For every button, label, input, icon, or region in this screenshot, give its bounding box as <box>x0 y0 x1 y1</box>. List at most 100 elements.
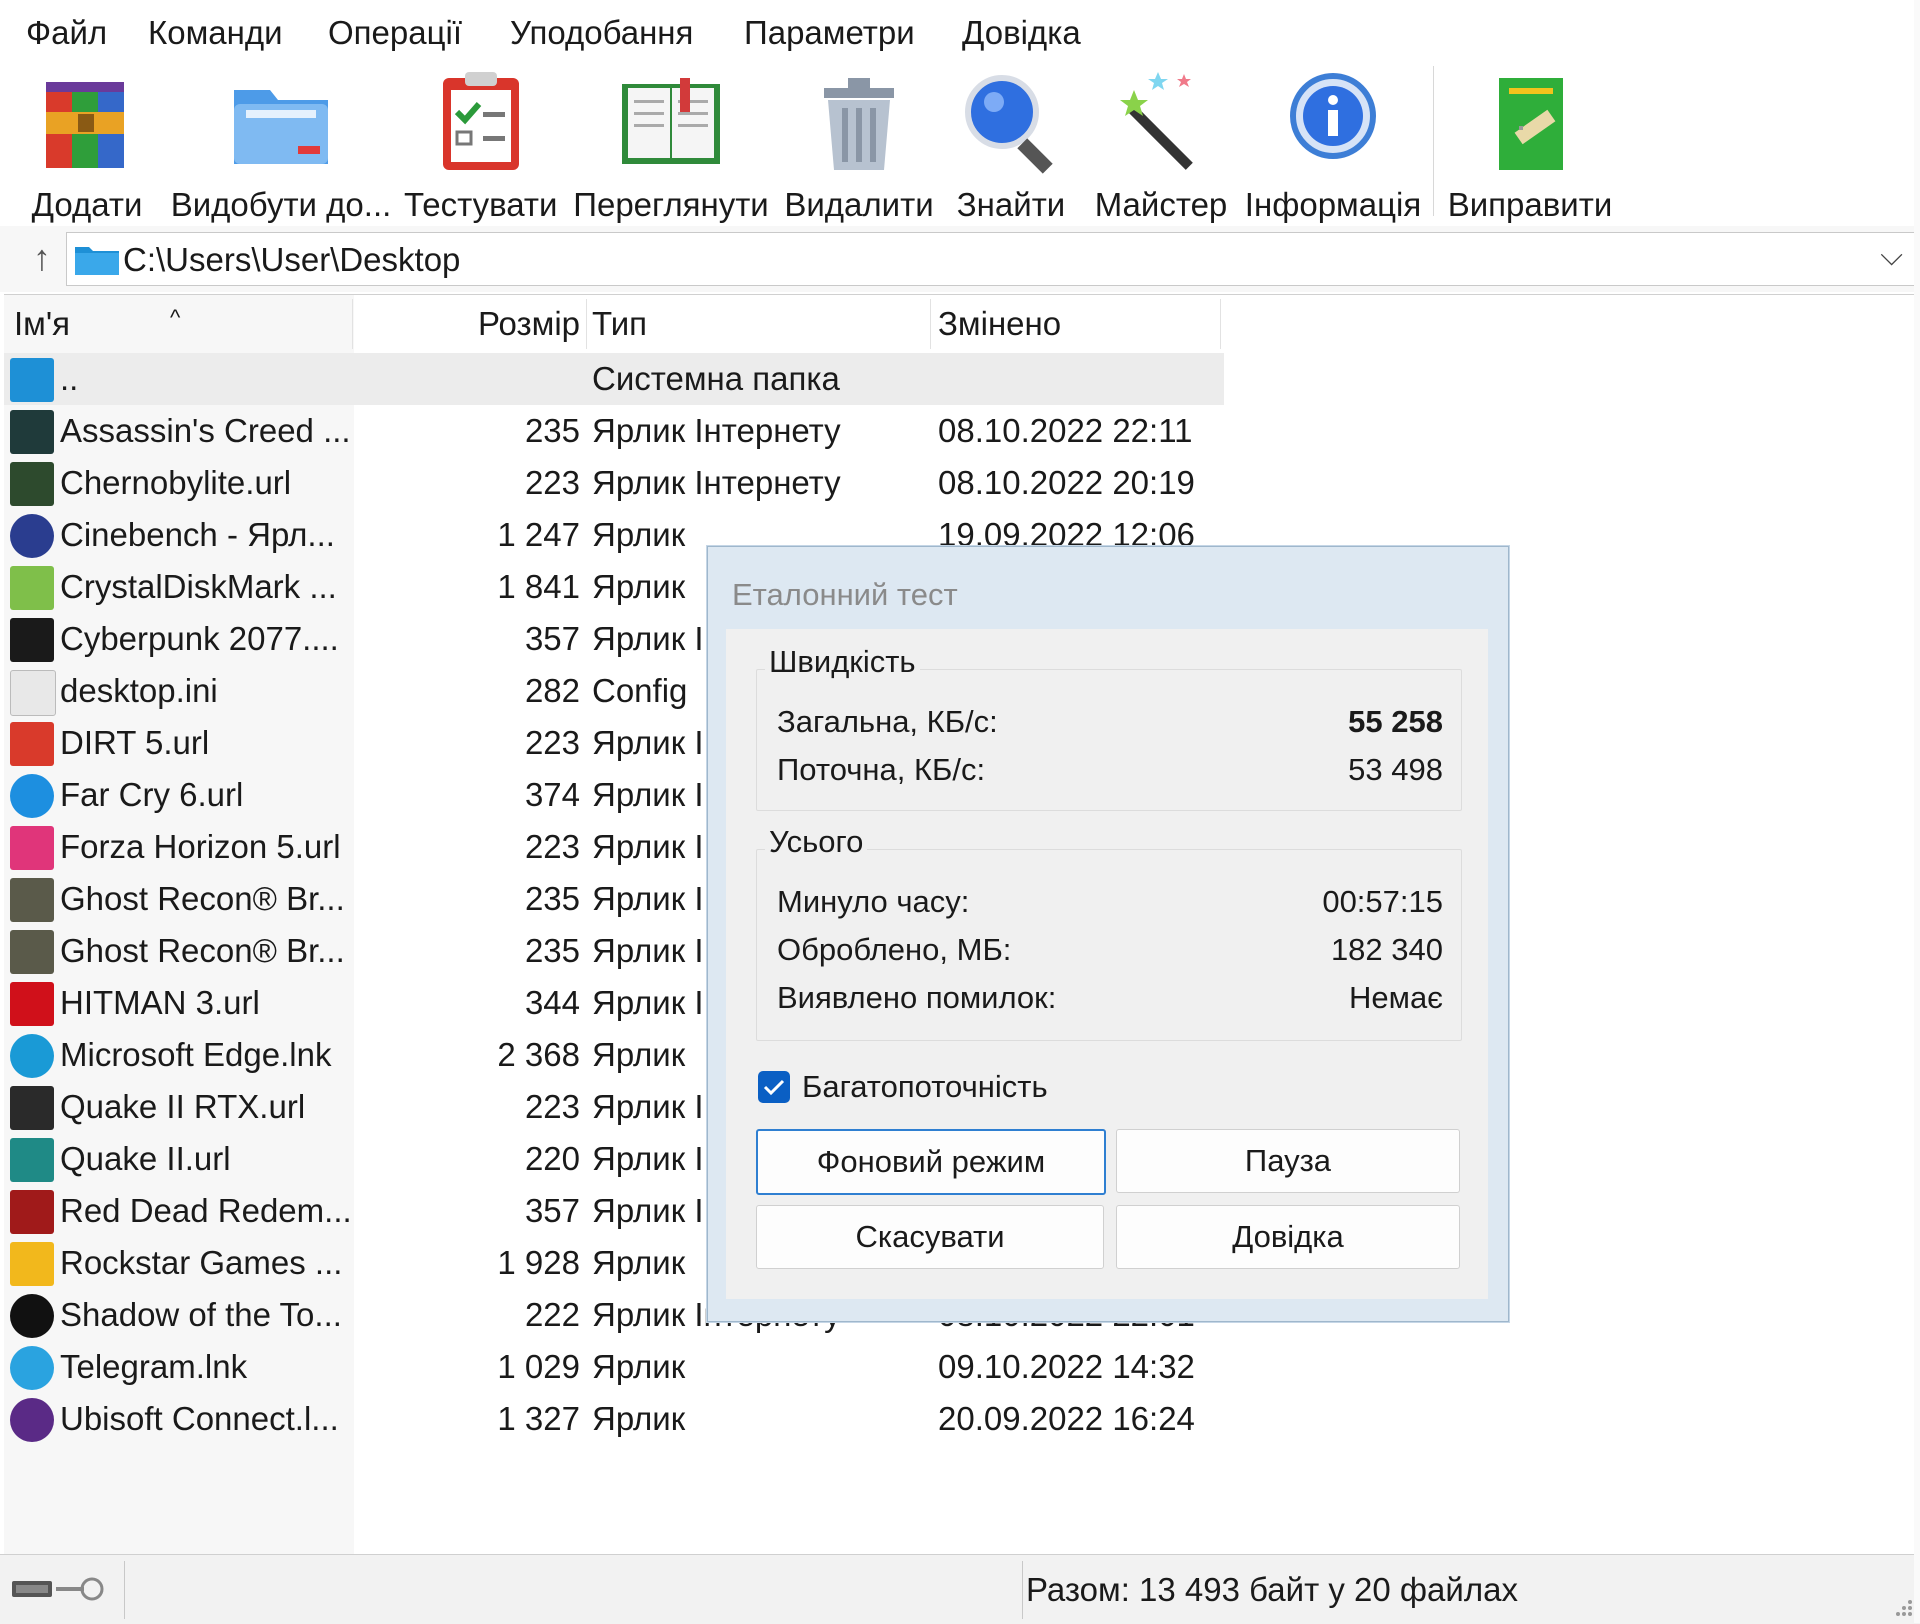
header-divider <box>586 299 587 349</box>
dialog-title: Еталонний тест <box>732 577 958 612</box>
file-name: Ghost Recon® Br... <box>60 880 345 917</box>
add-archive-icon <box>46 82 124 168</box>
table-row[interactable]: Chernobylite.url 223 Ярлик Інтернету 08.10.… <box>4 457 1224 509</box>
file-name: CrystalDiskMark ... <box>60 568 337 605</box>
ubisoft-icon <box>10 1398 54 1442</box>
column-header-type[interactable]: Тип <box>592 295 647 353</box>
total-speed-label: Загальна, КБ/с: <box>777 704 998 739</box>
menu-help[interactable]: Довідка <box>950 14 1093 52</box>
column-header-name[interactable]: Ім'я <box>14 295 70 353</box>
status-summary: Разом: 13 493 байт у 20 файлах <box>1026 1571 1518 1608</box>
find-magnifier-icon <box>965 75 1053 174</box>
quake-icon <box>10 1138 54 1182</box>
wizard-button[interactable]: Майстер <box>1086 68 1236 223</box>
test-label: Тестувати <box>404 186 558 223</box>
file-name: Far Cry 6.url <box>60 776 244 813</box>
help-button[interactable]: Довідка <box>1116 1205 1460 1269</box>
file-name: .. <box>60 360 79 397</box>
processed-label: Оброблено, МБ: <box>777 932 1012 967</box>
current-speed-label: Поточна, КБ/с: <box>777 752 986 787</box>
pause-button[interactable]: Пауза <box>1116 1129 1460 1193</box>
multithread-label[interactable]: Багатопоточність <box>802 1069 1048 1105</box>
elapsed-value: 00:57:15 <box>1322 884 1443 919</box>
file-size: 1 247 <box>497 516 580 553</box>
find-button[interactable]: Знайти <box>950 68 1072 223</box>
cancel-button[interactable]: Скасувати <box>756 1205 1104 1269</box>
view-book-icon <box>622 78 720 164</box>
file-type: Ярлик Інтернету <box>592 412 841 449</box>
header-divider <box>930 299 931 349</box>
ubisoft-swirl-icon <box>10 774 54 818</box>
file-modified: 20.09.2022 16:24 <box>938 1400 1195 1437</box>
find-label: Знайти <box>956 186 1066 223</box>
up-arrow-icon[interactable]: ↑ <box>22 236 62 280</box>
chevron-down-icon[interactable]: ⌵ <box>1880 239 1903 273</box>
forza-icon <box>10 826 54 870</box>
ghost-recon-icon <box>10 878 54 922</box>
resize-grip-icon[interactable] <box>1890 1594 1914 1618</box>
header-divider <box>352 299 353 349</box>
window-edge <box>1914 0 1920 1623</box>
file-type: Системна папка <box>592 360 840 397</box>
background-mode-button[interactable]: Фоновий режим <box>756 1129 1106 1195</box>
file-name: Quake II RTX.url <box>60 1088 306 1125</box>
info-label: Інформація <box>1244 186 1422 223</box>
extract-folder-icon <box>234 90 328 164</box>
repair-label: Виправити <box>1447 186 1613 223</box>
file-size: 344 <box>524 984 580 1021</box>
ghost-recon-icon <box>10 930 54 974</box>
shadow-tomb-raider-icon <box>10 1294 54 1338</box>
file-type: Ярлик <box>592 1348 686 1385</box>
header-divider <box>1220 299 1221 349</box>
red-dead-icon <box>10 1190 54 1234</box>
table-row[interactable]: Assassin's Creed ... 235 Ярлик Інтернету 08… <box>4 405 1224 457</box>
file-size: 235 <box>524 932 580 969</box>
table-row[interactable]: Ubisoft Connect.l... 1 327 Ярлик 20.09.2022… <box>4 1393 1224 1445</box>
add-label: Додати <box>31 186 143 223</box>
sort-ascending-icon: ^ <box>170 305 181 330</box>
wizard-wand-icon <box>1120 72 1193 170</box>
test-button[interactable]: Тестувати <box>404 68 557 223</box>
file-name: Ghost Recon® Br... <box>60 932 345 969</box>
table-row[interactable]: Telegram.lnk 1 029 Ярлик 09.10.2022 14:32 <box>4 1341 1224 1393</box>
file-type: Ярлик <box>592 1400 686 1437</box>
file-size: 1 841 <box>497 568 580 605</box>
menu-commands[interactable]: Команди <box>136 14 295 52</box>
file-modified <box>938 353 1224 405</box>
add-button[interactable]: Додати <box>26 68 148 223</box>
crystaldiskmark-icon <box>10 566 54 610</box>
path-combobox[interactable]: C:\Users\User\Desktop ⌵ <box>66 232 1918 286</box>
rockstar-icon <box>10 1242 54 1286</box>
menu-preferences[interactable]: Уподобання <box>498 14 705 52</box>
file-name: Microsoft Edge.lnk <box>60 1036 332 1073</box>
file-size: 2 368 <box>497 1036 580 1073</box>
view-button[interactable]: Переглянути <box>570 68 772 223</box>
menu-parameters[interactable]: Параметри <box>732 14 927 52</box>
extract-button[interactable]: Видобути до... <box>168 68 394 223</box>
file-size: 1 029 <box>497 1348 580 1385</box>
processed-value: 182 340 <box>1330 932 1443 967</box>
file-name: Telegram.lnk <box>60 1348 248 1385</box>
file-modified: 09.10.2022 14:32 <box>938 1348 1195 1385</box>
file-size: 374 <box>524 776 580 813</box>
elapsed-label: Минуло часу: <box>777 884 970 919</box>
multithread-checkbox[interactable] <box>758 1071 790 1103</box>
ini-file-icon <box>10 670 56 716</box>
table-row[interactable]: .. Системна папка <box>4 353 1224 405</box>
file-name: Rockstar Games ... <box>60 1244 343 1281</box>
column-header-size[interactable]: Розмір <box>354 295 580 353</box>
menu-operations[interactable]: Операції <box>316 14 474 52</box>
info-button[interactable]: Інформація <box>1240 68 1426 223</box>
file-size: 282 <box>524 672 580 709</box>
total-group-title: Усього <box>765 824 868 860</box>
column-header-modified[interactable]: Змінено <box>938 295 1061 353</box>
menu-file[interactable]: Файл <box>14 14 119 52</box>
quake-rtx-icon <box>10 1086 54 1130</box>
delete-button[interactable]: Видалити <box>784 68 934 223</box>
file-name: DIRT 5.url <box>60 724 210 761</box>
edge-icon <box>10 1034 54 1078</box>
repair-button[interactable]: Виправити <box>1444 68 1616 223</box>
file-name: Cinebench - Ярл... <box>60 516 335 553</box>
file-name: Chernobylite.url <box>60 464 292 501</box>
dialog-body: Швидкість Загальна, КБ/с: 55 258 Поточна… <box>726 629 1488 1299</box>
